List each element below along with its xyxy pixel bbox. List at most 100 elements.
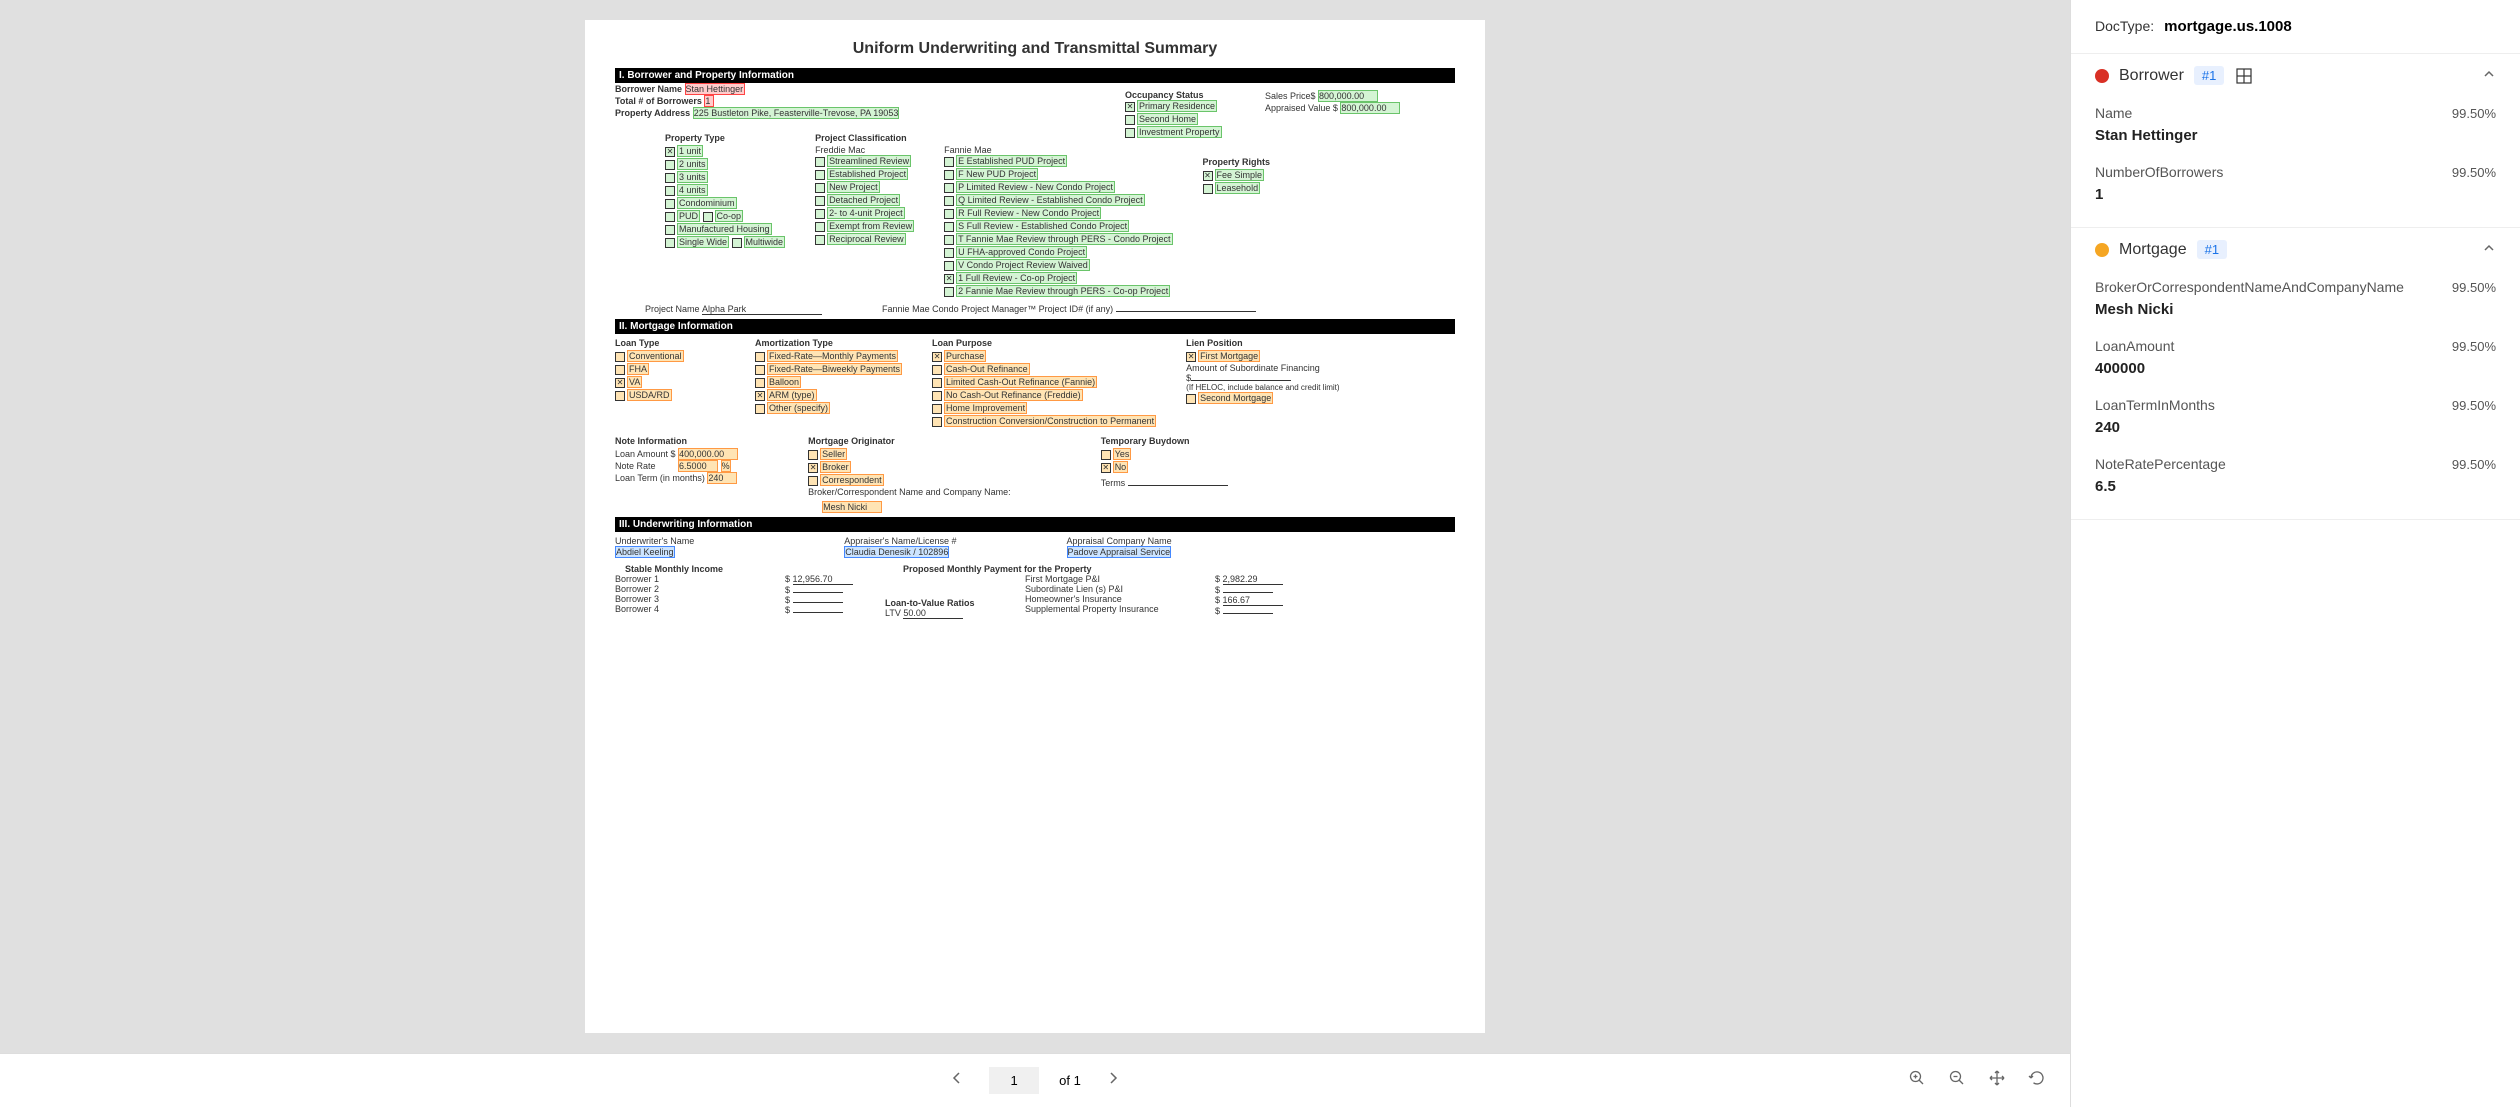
fm-u[interactable]: U FHA-approved Condo Project	[956, 246, 1087, 258]
chevron-up-icon[interactable]	[2482, 241, 2496, 258]
bd-no[interactable]: No	[1113, 461, 1129, 473]
pm-sub-val[interactable]	[1223, 592, 1273, 593]
pt-2units[interactable]: 2 units	[677, 158, 708, 170]
fm-s-cb[interactable]	[944, 222, 954, 232]
fm-f-cb[interactable]	[944, 170, 954, 180]
page-input[interactable]	[989, 1067, 1039, 1094]
lt-conv[interactable]: Conventional	[627, 350, 684, 362]
lien-second[interactable]: Second Mortgage	[1198, 392, 1273, 404]
lp-purch-cb[interactable]	[932, 352, 942, 362]
fm-q-cb[interactable]	[944, 196, 954, 206]
lt-va[interactable]: VA	[627, 376, 642, 388]
bd-no-cb[interactable]	[1101, 463, 1111, 473]
pc-estab[interactable]: Established Project	[827, 168, 908, 180]
pt-single-cb[interactable]	[665, 238, 675, 248]
pt-multi[interactable]: Multiwide	[744, 236, 786, 248]
am-frm[interactable]: Fixed-Rate—Monthly Payments	[767, 350, 898, 362]
lt-fha-cb[interactable]	[615, 365, 625, 375]
orig-seller[interactable]: Seller	[820, 448, 847, 460]
pc-stream[interactable]: Streamlined Review	[827, 155, 911, 167]
broker-value[interactable]: Mesh Nicki	[2095, 301, 2496, 318]
lt-usda-cb[interactable]	[615, 391, 625, 401]
fm-t-cb[interactable]	[944, 235, 954, 245]
loan-amt-value[interactable]: 400,000.00	[678, 448, 738, 460]
rotate-icon[interactable]	[2024, 1065, 2050, 1096]
loan-term-value[interactable]: 240	[707, 472, 737, 484]
pm-first-val[interactable]: 2,982.29	[1223, 574, 1283, 585]
appr-name-value[interactable]: Claudia Denesik / 102896	[844, 546, 949, 558]
num-value[interactable]: 1	[2095, 186, 2496, 203]
loan-amt-value[interactable]: 400000	[2095, 360, 2496, 377]
appraised-value[interactable]: 800,000.00	[1340, 102, 1400, 114]
pt-pud-cb[interactable]	[665, 212, 675, 222]
pt-coop[interactable]: Co-op	[715, 210, 744, 222]
sales-price-value[interactable]: 800,000.00	[1318, 90, 1378, 102]
fm-s[interactable]: S Full Review - Established Condo Projec…	[956, 220, 1129, 232]
fm-p-cb[interactable]	[944, 183, 954, 193]
orig-company-value[interactable]: Mesh Nicki	[822, 501, 882, 513]
next-page-button[interactable]	[1101, 1066, 1125, 1095]
entity-borrower-header[interactable]: Borrower #1	[2071, 54, 2520, 97]
grid-icon[interactable]	[2236, 68, 2252, 84]
bd-yes-cb[interactable]	[1101, 450, 1111, 460]
pc-new-cb[interactable]	[815, 183, 825, 193]
lp-purch[interactable]: Purchase	[944, 350, 986, 362]
lien-first-cb[interactable]	[1186, 352, 1196, 362]
terms-value[interactable]	[1128, 485, 1228, 486]
pr-fee[interactable]: Fee Simple	[1215, 169, 1265, 181]
uw-name-value[interactable]: Abdiel Keeling	[615, 546, 675, 558]
project-name-value[interactable]: Alpha Park	[702, 304, 822, 315]
pc-recip-cb[interactable]	[815, 235, 825, 245]
am-frm-cb[interactable]	[755, 352, 765, 362]
pm-supp-val[interactable]	[1223, 613, 1273, 614]
fm-v-cb[interactable]	[944, 261, 954, 271]
fm-e-cb[interactable]	[944, 157, 954, 167]
term-value[interactable]: 240	[2095, 419, 2496, 436]
pc-exempt-cb[interactable]	[815, 222, 825, 232]
document-scroll-area[interactable]: Uniform Underwriting and Transmittal Sum…	[0, 0, 2070, 1053]
fm-t[interactable]: T Fannie Mae Review through PERS - Condo…	[956, 233, 1172, 245]
entity-mortgage-header[interactable]: Mortgage #1	[2071, 228, 2520, 271]
name-value[interactable]: Stan Hettinger	[2095, 127, 2496, 144]
fm-v[interactable]: V Condo Project Review Waived	[956, 259, 1090, 271]
property-address-value[interactable]: 225 Bustleton Pike, Feasterville-Trevose…	[693, 107, 900, 119]
orig-broker[interactable]: Broker	[820, 461, 851, 473]
chevron-up-icon[interactable]	[2482, 67, 2496, 84]
fm-e[interactable]: E Established PUD Project	[956, 155, 1067, 167]
b2-val[interactable]	[793, 592, 843, 593]
lt-va-cb[interactable]	[615, 378, 625, 388]
pc-2to4-cb[interactable]	[815, 209, 825, 219]
orig-broker-cb[interactable]	[808, 463, 818, 473]
pc-exempt[interactable]: Exempt from Review	[827, 220, 914, 232]
lien-sub-value[interactable]	[1191, 380, 1291, 381]
occupancy-second[interactable]: Second Home	[1137, 113, 1198, 125]
b4-val[interactable]	[793, 612, 843, 613]
lt-conv-cb[interactable]	[615, 352, 625, 362]
orig-corr-cb[interactable]	[808, 476, 818, 486]
lp-co[interactable]: Cash-Out Refinance	[944, 363, 1030, 375]
lp-nc-cb[interactable]	[932, 391, 942, 401]
fm-1[interactable]: 1 Full Review - Co-op Project	[956, 272, 1077, 284]
occupancy-investment[interactable]: Investment Property	[1137, 126, 1222, 138]
fm-r[interactable]: R Full Review - New Condo Project	[956, 207, 1101, 219]
orig-corr[interactable]: Correspondent	[820, 474, 884, 486]
occupancy-primary-cb[interactable]	[1125, 102, 1135, 112]
pt-single[interactable]: Single Wide	[677, 236, 729, 248]
b3-val[interactable]	[793, 602, 843, 603]
lp-home[interactable]: Home Improvement	[944, 402, 1027, 414]
total-borrowers-value[interactable]: 1	[704, 95, 714, 107]
pr-fee-cb[interactable]	[1203, 171, 1213, 181]
project-id-value[interactable]	[1116, 311, 1256, 312]
pt-3units[interactable]: 3 units	[677, 171, 708, 183]
lien-second-cb[interactable]	[1186, 394, 1196, 404]
pt-coop-cb[interactable]	[703, 212, 713, 222]
note-rate-value[interactable]: 6.5000	[678, 460, 718, 472]
fm-1-cb[interactable]	[944, 274, 954, 284]
pc-stream-cb[interactable]	[815, 157, 825, 167]
occupancy-investment-cb[interactable]	[1125, 128, 1135, 138]
pt-1unit[interactable]: 1 unit	[677, 145, 703, 157]
pm-home-val[interactable]: 166.67	[1223, 595, 1283, 606]
rate-value[interactable]: 6.5	[2095, 478, 2496, 495]
lp-home-cb[interactable]	[932, 404, 942, 414]
am-arm-cb[interactable]	[755, 391, 765, 401]
